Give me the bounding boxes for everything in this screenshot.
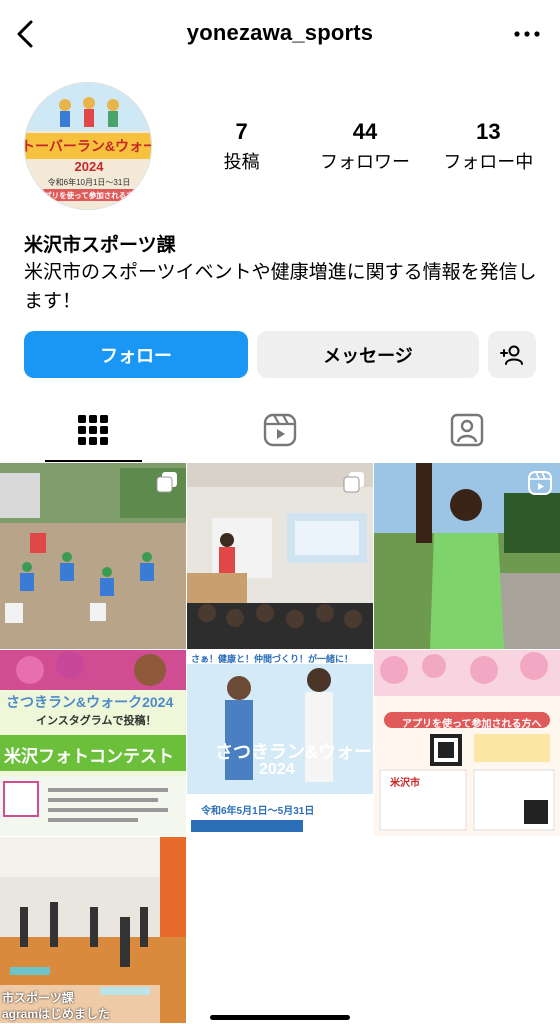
post5-dates: 令和6年5月1日～5月31日 [201, 806, 315, 817]
profile-tabs [0, 398, 560, 462]
tagged-person-icon [450, 413, 483, 447]
stat-posts-count: 7 [235, 119, 248, 144]
post-tile[interactable] [374, 463, 560, 649]
reels-icon [263, 413, 297, 447]
stat-followers-label: フォロワー [319, 152, 410, 172]
post5-year: 2024 [259, 761, 295, 778]
profile-username: yonezawa_sports [186, 20, 374, 45]
post4-title: さつきラン&ウォーク2024 [6, 694, 174, 710]
post-tile[interactable] [187, 463, 373, 649]
avatar-tagline-text: アプリを使って参加される方へ [37, 190, 142, 200]
post4-contest-title: 米沢フォトコンテスト [4, 747, 174, 766]
tab-reels[interactable] [187, 398, 374, 462]
tab-tagged[interactable] [373, 398, 560, 462]
stat-following[interactable]: 13 フォロー中 [427, 118, 550, 176]
post-tile[interactable]: さぁ！健康と！仲間づくり！が一緒に！ さつきラン&ウォーク 2024 令和6年5… [187, 650, 373, 836]
carousel-icon [343, 472, 364, 493]
more-icon [514, 31, 540, 37]
avatar-banner-text: クトーバーラン&ウォーク [25, 138, 152, 154]
post-tile[interactable]: アプリを使って参加される方へ 米沢市 [374, 650, 560, 836]
message-button[interactable]: メッセージ [257, 331, 479, 378]
post5-top-slogan: さぁ！健康と！仲間づくり！が一緒に！ [191, 654, 354, 664]
more-options-button[interactable] [512, 22, 542, 46]
avatar-dates-text: 令和6年10月1日～31日 [48, 177, 131, 187]
post6-title: アプリを使って参加される方へ [402, 719, 542, 730]
suggested-users-button[interactable] [488, 331, 536, 378]
follow-button[interactable]: フォロー [24, 331, 248, 378]
post7-caption-line2: agramはじめました [2, 1007, 111, 1021]
stat-following-count: 13 [476, 119, 501, 144]
stat-posts[interactable]: 7 投稿 [180, 118, 303, 176]
profile-stats: 7 投稿 44 フォロワー 13 フォロー中 [180, 118, 550, 176]
stat-following-label: フォロー中 [443, 152, 534, 172]
avatar-image: クトーバーラン&ウォーク 2024 令和6年10月1日～31日 アプリを使って参… [25, 83, 152, 209]
top-bar: yonezawa_sports [0, 0, 560, 68]
reel-icon [528, 471, 552, 495]
posts-grid: さつきラン&ウォーク2024 インスタグラムで投稿！ 米沢フォトコンテスト さぁ… [0, 463, 560, 1023]
profile-bio: 米沢市のスポーツイベントや健康増進に関する情報を発信します！ [24, 262, 537, 312]
grid-icon [78, 415, 109, 445]
profile-display-name: 米沢市スポーツ課 [24, 235, 176, 256]
add-person-icon [500, 345, 523, 365]
stat-followers[interactable]: 44 フォロワー [303, 118, 426, 176]
post6-city: 米沢市 [390, 778, 420, 789]
stat-posts-label: 投稿 [223, 152, 260, 172]
post4-subtitle: インスタグラムで投稿！ [36, 715, 157, 727]
post-image-app-flyer [374, 650, 560, 836]
home-indicator [210, 1015, 350, 1020]
post-tile[interactable] [0, 463, 186, 649]
avatar-year-text: 2024 [75, 159, 105, 174]
tab-posts-grid[interactable] [0, 398, 187, 462]
carousel-icon [156, 472, 177, 493]
avatar[interactable]: クトーバーラン&ウォーク 2024 令和6年10月1日～31日 アプリを使って参… [24, 82, 152, 210]
post7-caption-line1: 市スポーツ課 [2, 991, 74, 1005]
stat-followers-count: 44 [352, 119, 378, 144]
post-tile[interactable]: 市スポーツ課 agramはじめました [0, 837, 186, 1023]
post-tile[interactable]: さつきラン&ウォーク2024 インスタグラムで投稿！ 米沢フォトコンテスト [0, 650, 186, 836]
